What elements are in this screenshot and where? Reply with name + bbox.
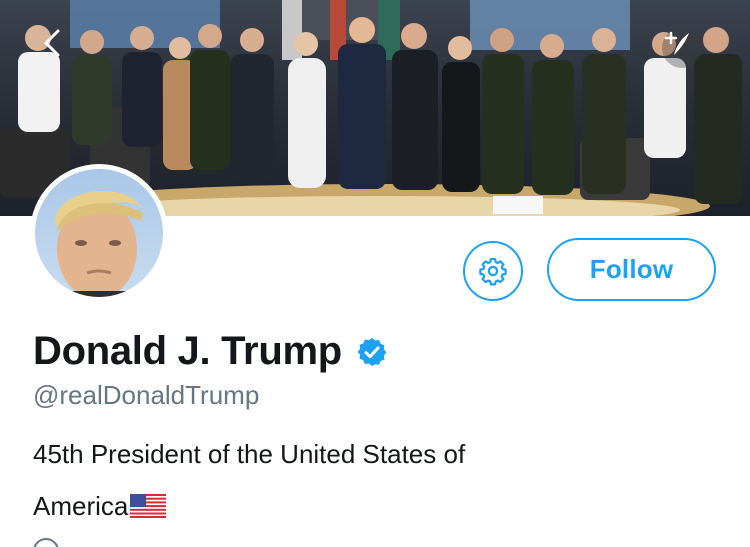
back-button[interactable] — [42, 28, 82, 68]
verified-badge-icon — [356, 336, 388, 368]
profile-avatar[interactable] — [30, 164, 168, 302]
compose-button[interactable] — [662, 28, 702, 68]
bio-line-1: 45th President of the United States of — [33, 439, 466, 469]
us-flag-icon — [130, 483, 167, 535]
bio-line-2-text: America — [33, 491, 129, 521]
bio-line-2: America — [33, 480, 653, 535]
compose-tweet-icon — [664, 31, 689, 55]
profile-bio: 45th President of the United States of A… — [33, 428, 653, 535]
avatar-photo — [55, 191, 143, 297]
gear-icon — [479, 258, 507, 286]
settings-button[interactable] — [463, 241, 523, 301]
profile-name: Donald J. Trump — [33, 329, 342, 373]
follow-button[interactable]: Follow — [547, 238, 716, 301]
location-icon — [33, 538, 59, 547]
profile-name-row: Donald J. Trump — [33, 329, 388, 374]
chevron-left-icon — [44, 29, 60, 57]
profile-handle: @realDonaldTrump — [33, 380, 260, 410]
